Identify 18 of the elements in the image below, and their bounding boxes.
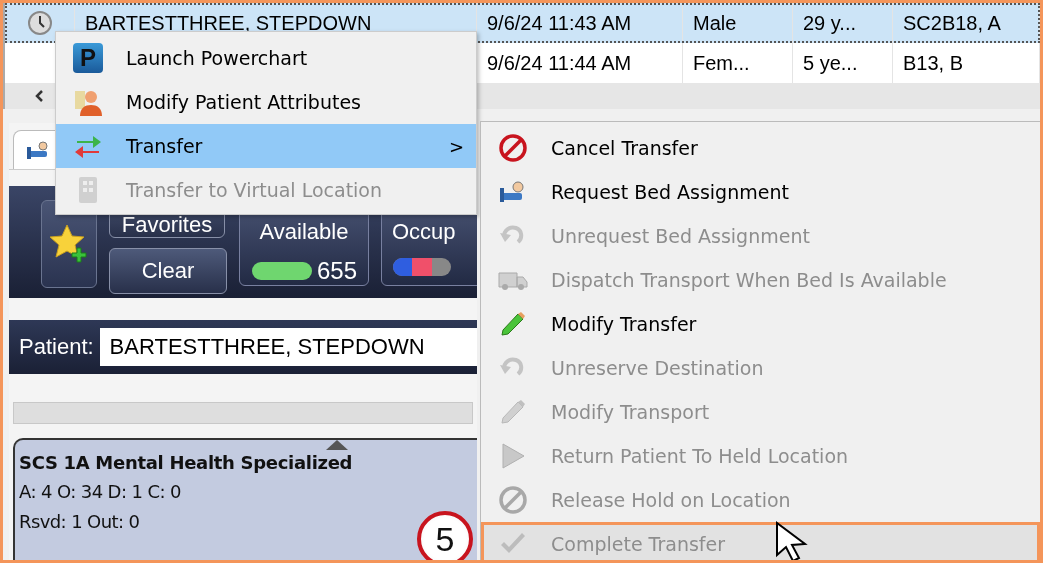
table-cell: 5 ye... <box>803 51 858 75</box>
status-count: 655 <box>316 257 357 285</box>
table-cell: B13, B <box>903 51 964 75</box>
table-cell: 9/6/24 11:43 AM <box>487 11 632 35</box>
table-cell: BARTESTTHREE, STEPDOWN <box>85 11 372 35</box>
unit-stats: A: 4 O: 34 D: 1 C: 0 <box>19 480 182 504</box>
table-cell: Male <box>693 11 737 35</box>
patient-label: Patient: <box>19 334 94 360</box>
submenu-arrow: > <box>448 135 464 157</box>
unit-stats: Rsvd: 1 Out: 0 <box>19 510 141 534</box>
table-cell: Fem... <box>693 51 750 75</box>
unit-title: SCS 1A Mental Health Specialized <box>19 452 354 473</box>
table-cell: 29 y... <box>803 11 856 35</box>
table-cell: SC2B18, A <box>903 11 1001 35</box>
status-label: Occup <box>392 219 456 245</box>
status-label: Available <box>259 219 349 245</box>
table-cell: 9/6/24 11:44 AM <box>487 51 632 75</box>
app-logo-icon: P <box>73 43 103 73</box>
